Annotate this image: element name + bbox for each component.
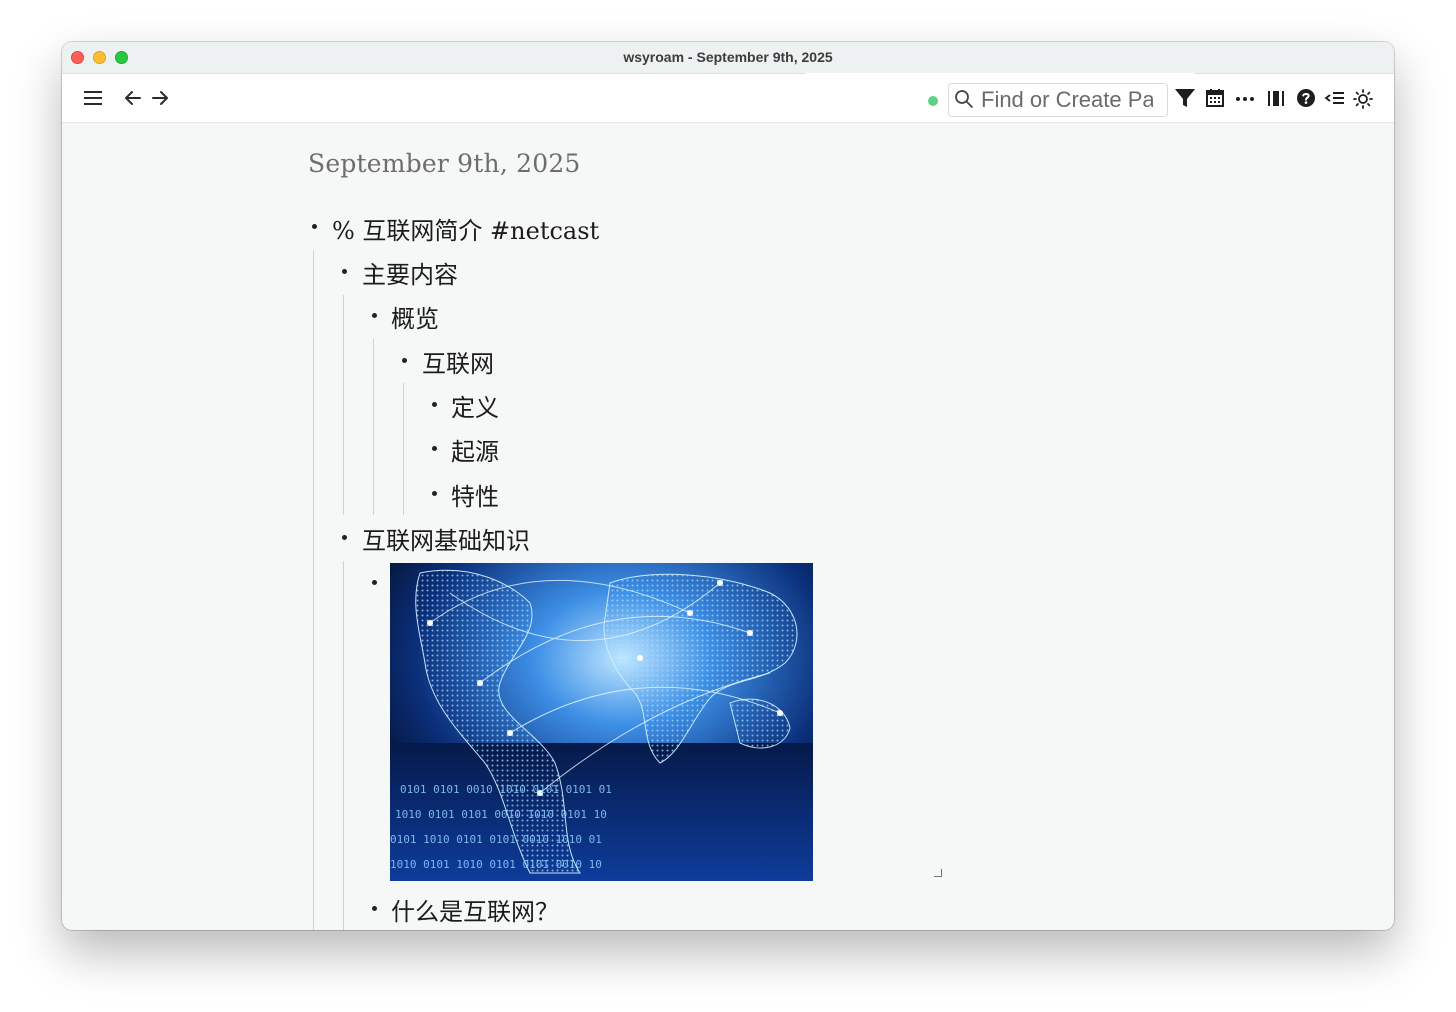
search-icon bbox=[955, 90, 973, 108]
outline-icon bbox=[1324, 92, 1344, 104]
indent-guide bbox=[343, 295, 344, 515]
block-text[interactable]: % 互联网简介 #netcast bbox=[332, 211, 599, 246]
block-text[interactable]: 起源 bbox=[451, 432, 499, 467]
main-content: September 9th, 2025 % 互联网简介 #netcast 主要内… bbox=[62, 123, 1394, 930]
block-text-content: % 互联网简介 #netcast bbox=[332, 217, 600, 245]
top-toolbar bbox=[62, 74, 1394, 123]
block-bullet[interactable] bbox=[342, 269, 347, 274]
daily-notes-button[interactable] bbox=[1203, 86, 1227, 110]
outline-button[interactable] bbox=[1323, 86, 1347, 110]
block-text[interactable]: 什么是互联网？ bbox=[391, 892, 559, 927]
block-bullet[interactable] bbox=[402, 358, 407, 363]
arrow-left-icon bbox=[125, 91, 141, 105]
forward-button[interactable] bbox=[148, 86, 172, 110]
svg-text:1010 0101 0101 0010 1010 0101: 1010 0101 0101 0010 1010 0101 10 bbox=[395, 808, 607, 821]
title-bar: wsyroam - September 9th, 2025 bbox=[62, 42, 1394, 74]
block-text[interactable]: 概览 bbox=[391, 299, 439, 334]
search-box[interactable] bbox=[948, 83, 1168, 117]
block-text[interactable]: 特性 bbox=[451, 477, 499, 512]
block-bullet[interactable] bbox=[372, 906, 377, 911]
world-network-globe-image[interactable]: 0101 0101 0010 1010 0101 0101 01 1010 01… bbox=[390, 563, 813, 881]
indent-guide bbox=[373, 339, 374, 515]
app-window: wsyroam - September 9th, 2025 Find or Cr… bbox=[62, 42, 1394, 930]
hamburger-icon bbox=[84, 91, 102, 105]
theme-button[interactable] bbox=[1351, 86, 1375, 110]
svg-text:1010 0101 1010 0101 0101 0010: 1010 0101 1010 0101 0101 0010 10 bbox=[390, 858, 602, 871]
block-text[interactable]: 定义 bbox=[451, 388, 499, 423]
help-icon bbox=[1297, 89, 1315, 107]
menu-button[interactable] bbox=[81, 86, 105, 110]
block-bullet[interactable] bbox=[372, 313, 377, 318]
sidebar-icon bbox=[1268, 91, 1284, 106]
indent-guide bbox=[403, 383, 404, 515]
block-bullet[interactable] bbox=[432, 402, 437, 407]
block-bullet[interactable] bbox=[372, 580, 377, 585]
back-button[interactable] bbox=[121, 86, 145, 110]
svg-text:0101 1010 0101 0101 0010 1010: 0101 1010 0101 0101 0010 1010 01 bbox=[390, 833, 602, 846]
block-bullet[interactable] bbox=[312, 224, 317, 229]
block-bullet[interactable] bbox=[432, 491, 437, 496]
block-bullet[interactable] bbox=[432, 446, 437, 451]
filter-icon bbox=[1175, 89, 1195, 107]
indent-guide bbox=[313, 250, 314, 930]
more-button[interactable] bbox=[1233, 86, 1257, 110]
page-title[interactable]: September 9th, 2025 bbox=[308, 149, 581, 178]
arrow-right-icon bbox=[152, 91, 168, 105]
sync-status-dot bbox=[928, 96, 938, 106]
filter-button[interactable] bbox=[1173, 86, 1197, 110]
block-text[interactable]: 主要内容 bbox=[362, 255, 458, 290]
svg-text:0101 0101 0010 1010 0101 0101: 0101 0101 0010 1010 0101 0101 01 bbox=[400, 783, 612, 796]
image-resize-handle[interactable] bbox=[934, 869, 942, 877]
more-icon bbox=[1236, 97, 1254, 101]
theme-icon bbox=[1353, 89, 1373, 109]
sidebar-toggle-button[interactable] bbox=[1264, 86, 1288, 110]
help-button[interactable] bbox=[1294, 86, 1318, 110]
search-input[interactable] bbox=[981, 88, 1153, 112]
block-bullet[interactable] bbox=[342, 535, 347, 540]
window-title: wsyroam - September 9th, 2025 bbox=[623, 49, 833, 65]
block-text[interactable]: 互联网 bbox=[422, 344, 494, 379]
block-text[interactable]: 互联网基础知识 bbox=[362, 521, 530, 556]
calendar-icon bbox=[1206, 89, 1224, 107]
indent-guide bbox=[343, 561, 344, 930]
